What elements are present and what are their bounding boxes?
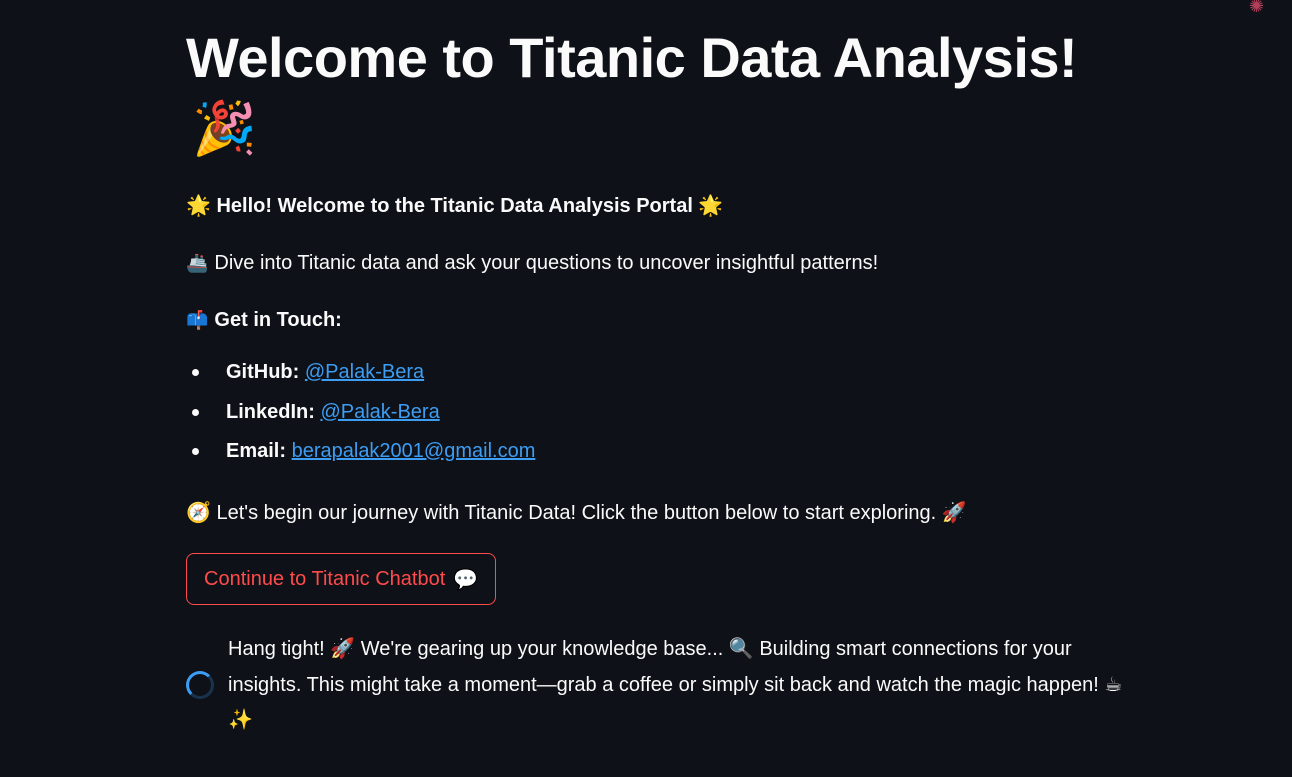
ship-icon: 🚢 (186, 253, 209, 273)
contact-list: GitHub: @Palak-Bera LinkedIn: @Palak-Ber… (186, 358, 535, 477)
github-link[interactable]: @Palak-Bera (305, 361, 424, 383)
bullet (192, 369, 199, 376)
email-link[interactable]: berapalak2001@gmail.com (292, 440, 536, 462)
speech-bubble-icon: 💬 (453, 568, 479, 591)
contact-item-linkedin: LinkedIn: @Palak-Bera (186, 398, 535, 438)
main-content: Welcome to Titanic Data Analysis! 🎉 🌟 He… (186, 22, 1126, 731)
bullet (192, 448, 199, 455)
continue-to-chatbot-button[interactable]: Continue to Titanic Chatbot 💬 (186, 553, 497, 605)
page-title: Welcome to Titanic Data Analysis! 🎉 (186, 22, 1126, 164)
contact-item-email: Email: berapalak2001@gmail.com (186, 437, 535, 477)
bullet (192, 408, 199, 416)
linkedin-link[interactable]: @Palak-Bera (320, 401, 439, 423)
journey-message: 🧭 Let's begin our journey with Titanic D… (186, 502, 967, 524)
page-title-text: Welcome to Titanic Data Analysis! (186, 26, 1078, 89)
fireworks-icon: ✺ (1248, 0, 1264, 16)
spinner-icon (186, 671, 214, 700)
contact-item-github: GitHub: @Palak-Bera (186, 358, 535, 398)
dive-text: Dive into Titanic data and ask your ques… (214, 252, 879, 274)
app-page: ✺ Welcome to Titanic Data Analysis! 🎉 🌟 … (0, 0, 1292, 777)
loading-status: Hang tight! 🚀 We're gearing up your know… (186, 632, 1126, 739)
loading-message: Hang tight! 🚀 We're gearing up your know… (228, 638, 1123, 731)
contact-label: GitHub: (226, 361, 300, 383)
contact-heading-text: Get in Touch: (214, 309, 342, 331)
dive-message: 🚢 Dive into Titanic data and ask your que… (186, 249, 878, 277)
contact-label: Email: (226, 440, 287, 462)
mailbox-icon: 📫 (186, 310, 209, 330)
contact-label: LinkedIn: (226, 400, 315, 423)
hello-message: 🌟 Hello! Welcome to the Titanic Data Ana… (186, 195, 724, 217)
button-label: Continue to Titanic Chatbot (204, 567, 446, 590)
party-popper-icon: 🎉 (192, 100, 257, 158)
contact-heading: 📫 Get in Touch: (186, 306, 342, 334)
